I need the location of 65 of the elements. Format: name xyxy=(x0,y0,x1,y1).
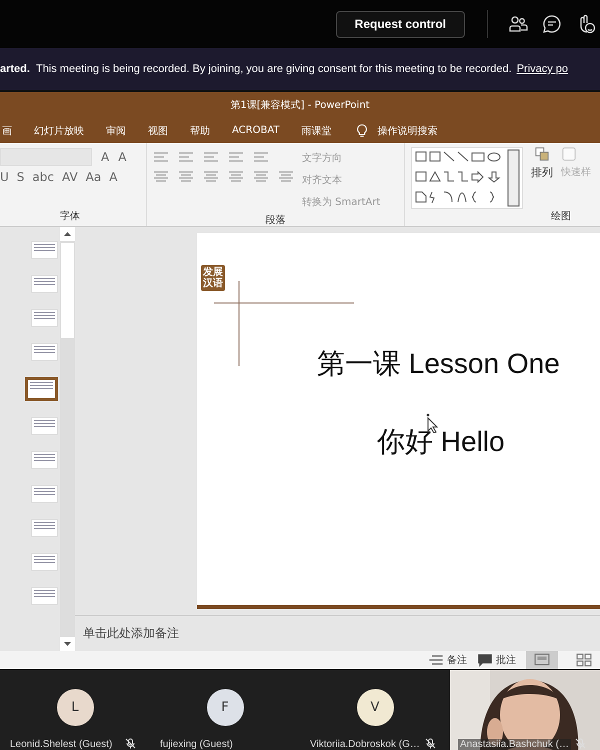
scroll-up-icon[interactable] xyxy=(60,227,75,241)
font-format-button[interactable]: Aa xyxy=(86,170,102,184)
align-icon[interactable] xyxy=(278,170,294,184)
font-format-button[interactable]: abc xyxy=(32,170,54,184)
list-icon[interactable] xyxy=(203,150,219,164)
group-label: 绘图 xyxy=(551,210,571,224)
font-format-button[interactable]: U xyxy=(0,170,9,184)
font-format-button[interactable]: AV xyxy=(62,170,78,184)
scroll-down-icon[interactable] xyxy=(60,637,75,651)
window-title: 第1课[兼容模式] - PowerPoint xyxy=(230,98,370,112)
slide-title: 第一课 Lesson One xyxy=(317,347,560,381)
align-icon[interactable] xyxy=(153,170,169,184)
normal-view-icon xyxy=(534,653,550,667)
group-label: 段落 xyxy=(264,214,286,228)
scrollbar-thumb[interactable] xyxy=(61,243,74,338)
list-icon[interactable] xyxy=(153,150,169,164)
quick-styles-icon[interactable] xyxy=(561,147,577,161)
ribbon-tab[interactable]: ACROBAT xyxy=(232,125,280,136)
align-icon[interactable] xyxy=(228,170,244,184)
list-icon[interactable] xyxy=(228,150,244,164)
participant-name: fujiexing (Guest) xyxy=(158,739,235,750)
view-button[interactable] xyxy=(526,651,558,669)
people-icon[interactable] xyxy=(508,14,528,34)
slide-thumbnail[interactable] xyxy=(25,377,58,401)
recording-notice: arted. This meeting is being recorded. By joining, you are giving consent for this meeting to be recorded. Privacy po xyxy=(0,63,568,75)
privacy-link[interactable]: Privacy po xyxy=(516,63,568,75)
grid-view-icon xyxy=(576,653,592,667)
participant-name: Viktoriia.Dobroskok (G… xyxy=(308,739,422,750)
ribbon-tab[interactable]: 视图 xyxy=(148,124,168,138)
avatar: V xyxy=(356,688,394,726)
search-command[interactable]: 操作说明搜索 xyxy=(378,124,438,138)
group-label: 字体 xyxy=(59,210,81,224)
font-format-button[interactable]: A xyxy=(109,170,118,184)
chat-icon[interactable] xyxy=(542,14,562,34)
muted-mic-icon xyxy=(575,738,586,749)
align-icon[interactable] xyxy=(178,170,194,184)
notes-placeholder[interactable]: 单击此处添加备注 xyxy=(83,625,179,642)
muted-mic-icon xyxy=(425,738,436,749)
ribbon-tab[interactable]: 画 xyxy=(2,124,12,138)
request-control-button[interactable]: Request control xyxy=(336,10,465,38)
notes-button[interactable]: 备注 xyxy=(428,653,467,667)
align-icon[interactable] xyxy=(253,170,269,184)
slide-subtitle: 你好 Hello xyxy=(377,425,505,459)
comments-button[interactable]: 批注 xyxy=(477,653,516,667)
font-size-button[interactable]: A xyxy=(101,150,110,164)
list-icon[interactable] xyxy=(178,150,194,164)
comment-icon xyxy=(477,653,493,667)
shapes-gallery-drawing[interactable] xyxy=(411,147,523,209)
list-icon[interactable] xyxy=(253,150,269,164)
avatar: L xyxy=(56,688,94,726)
align-icon[interactable] xyxy=(203,170,219,184)
participant-name: Leonid.Shelest (Guest) xyxy=(8,739,114,750)
logo-badge: 发展 汉语 xyxy=(201,265,225,291)
arrange-button[interactable]: 排列 xyxy=(531,165,553,180)
font-size-button[interactable]: A xyxy=(118,150,126,164)
ribbon-tab[interactable]: 雨课堂 xyxy=(302,124,332,138)
ribbon-tab[interactable]: 审阅 xyxy=(106,124,126,138)
participant-name: Anastasiia.Bashchuk (… xyxy=(458,739,571,750)
muted-mic-icon xyxy=(125,738,136,749)
font-format-button[interactable]: S xyxy=(16,170,24,184)
notes-icon xyxy=(428,653,444,667)
ribbon-tab[interactable]: 幻灯片放映 xyxy=(34,124,84,138)
avatar: F xyxy=(206,688,244,726)
ribbon-tab[interactable]: 帮助 xyxy=(190,124,210,138)
arrange-icon[interactable] xyxy=(534,147,550,161)
